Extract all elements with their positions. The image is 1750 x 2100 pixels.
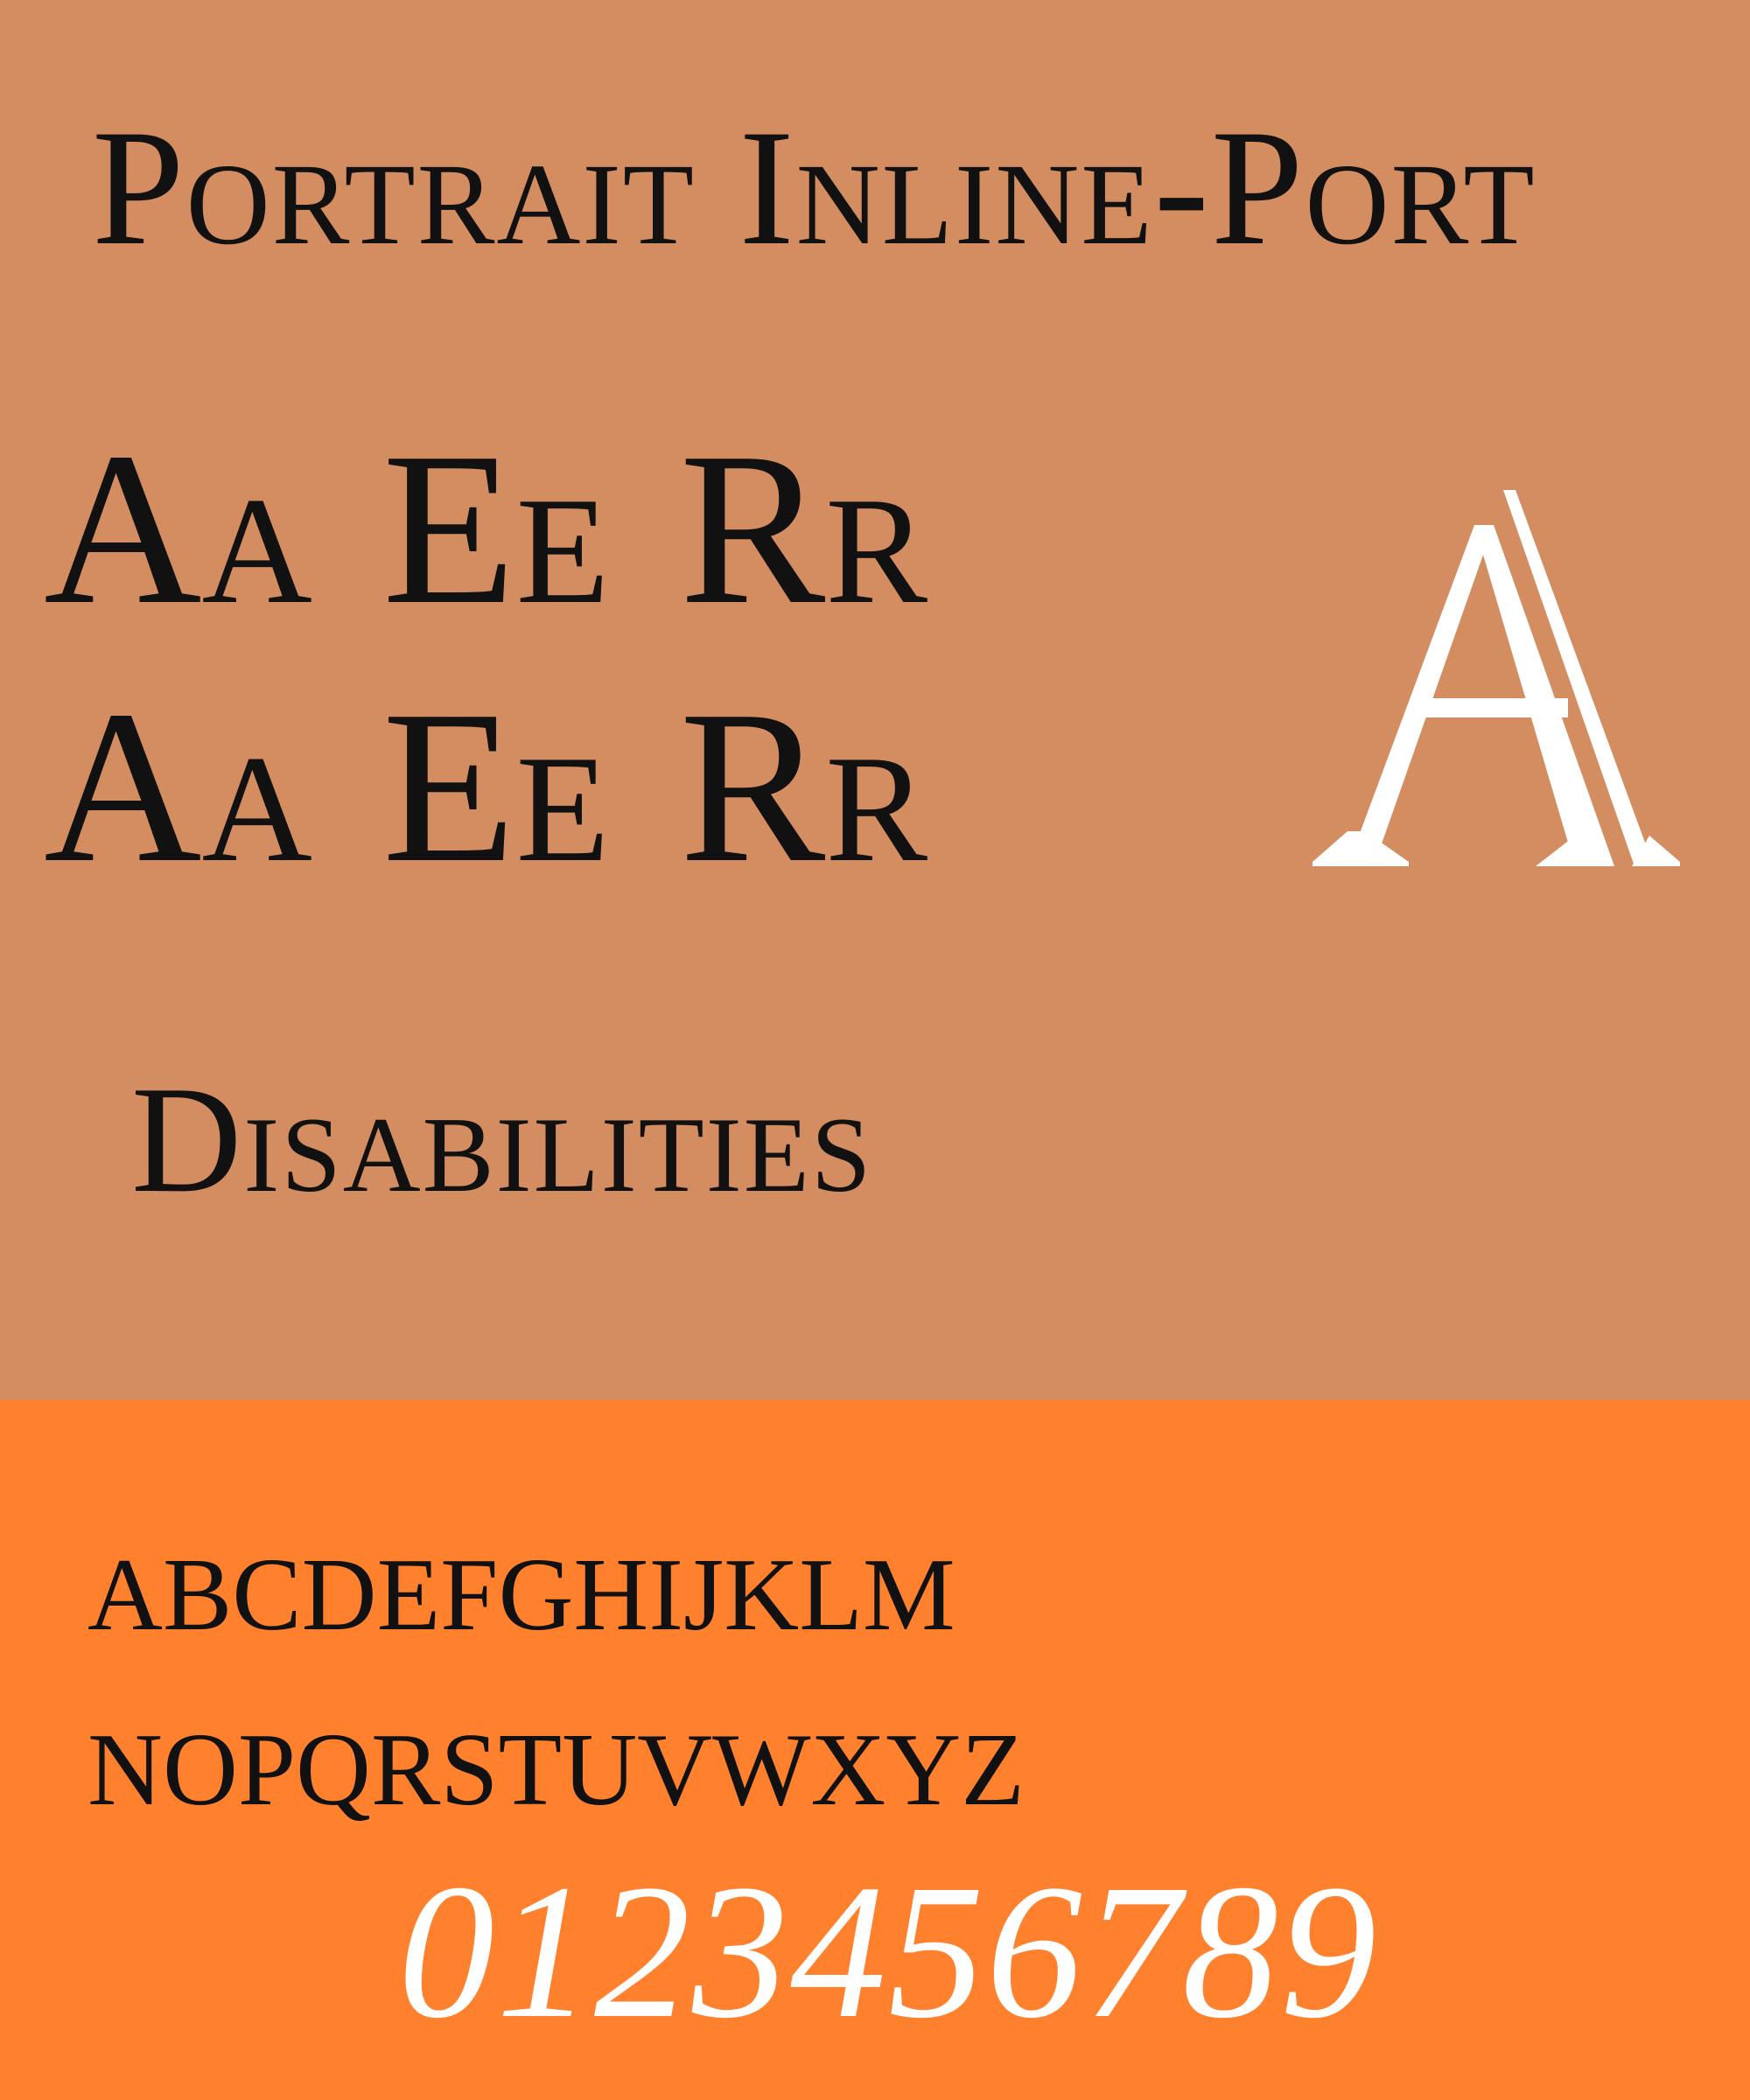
alphabet-row-2: nopqrstuvwxyz [88, 1672, 1025, 1837]
glyph-lower-e: e [515, 666, 610, 908]
glyph-upper-a: A [44, 408, 202, 650]
bottom-alphabet-panel: abcdefghijklm nopqrstuvwxyz 0123456789 [0, 1400, 1750, 2100]
glyph-lower-a: a [201, 408, 312, 650]
alphabet-row-1: abcdefghijklm [88, 1497, 956, 1662]
glyph-lower-r: r [825, 666, 928, 908]
digits-row: 0123456789 [398, 1844, 1378, 2058]
sample-word: Disabilities [131, 1054, 873, 1224]
glyph-upper-r: R [679, 666, 826, 908]
glyph-lower-a: a [201, 666, 312, 908]
glyph-lower-r: r [825, 408, 928, 650]
glyph-pairs-row-1: Aa Ee Rr [44, 420, 928, 639]
glyph-upper-r: R [679, 408, 826, 650]
glyph-upper-e: E [382, 666, 516, 908]
glyph-pairs-row-2: Aa Ee Rr [44, 678, 928, 897]
glyph-upper-e: E [382, 408, 516, 650]
font-title: Portrait Inline-Port [92, 96, 1536, 280]
top-specimen-panel: Portrait Inline-Port Aa Ee Rr Aa Ee Rr Disab… [0, 0, 1750, 1400]
large-glyph-a [1312, 490, 1680, 866]
glyph-lower-e: e [515, 408, 610, 650]
glyph-upper-a: A [44, 666, 202, 908]
